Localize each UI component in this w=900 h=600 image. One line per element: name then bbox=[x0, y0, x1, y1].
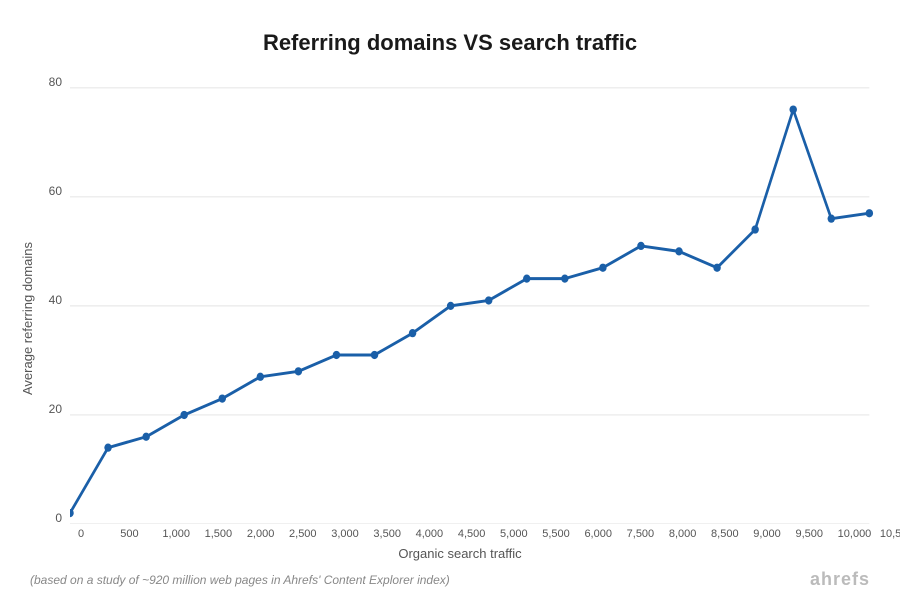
chart-with-axes: 0 20 40 60 80 05001,0001,5002,0002,5003,0003… bbox=[40, 76, 880, 561]
svg-container bbox=[70, 76, 880, 524]
chart-area: Average referring domains 0 20 40 60 80 0500… bbox=[20, 76, 880, 561]
x-axis-area: 05001,0001,5002,0002,5003,0003,5004,0004… bbox=[40, 524, 880, 561]
brand-name: ahrefs bbox=[810, 569, 870, 590]
x-ticks: 05001,0001,5002,0002,5003,0003,5004,0004… bbox=[78, 524, 880, 540]
y-axis-label: Average referring domains bbox=[20, 76, 35, 561]
y-tick: 40 bbox=[49, 294, 62, 306]
page-container: Referring domains VS search traffic Aver… bbox=[0, 0, 900, 600]
y-tick: 20 bbox=[49, 403, 62, 415]
x-axis-label: Organic search traffic bbox=[398, 546, 521, 561]
y-ticks: 0 20 40 60 80 bbox=[40, 76, 70, 524]
footer: (based on a study of ~920 million web pa… bbox=[20, 569, 880, 590]
chart-title: Referring domains VS search traffic bbox=[263, 30, 637, 56]
y-tick: 0 bbox=[55, 512, 62, 524]
y-tick: 60 bbox=[49, 185, 62, 197]
chart-inner: 0 20 40 60 80 bbox=[40, 76, 880, 524]
footer-note: (based on a study of ~920 million web pa… bbox=[30, 573, 450, 587]
y-tick: 80 bbox=[49, 76, 62, 88]
